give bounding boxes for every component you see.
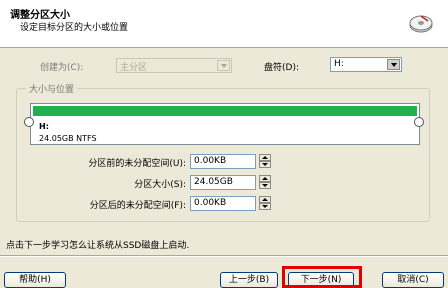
next-button-highlight (282, 266, 362, 288)
partition-size-label: 分区大小(S): (134, 180, 186, 190)
unallocated-before-stepper[interactable] (259, 154, 271, 169)
create-as-label: 创建为(C): (40, 63, 84, 73)
decrement-icon[interactable] (259, 161, 271, 168)
drive-letter-value: H: (334, 59, 344, 69)
cancel-button[interactable]: 取消(C) (382, 272, 444, 288)
partition-usage-bar (33, 106, 417, 116)
unallocated-after-label: 分区后的未分配空间(F): (89, 201, 186, 211)
footer-divider (0, 255, 448, 257)
disk-icon (409, 15, 433, 33)
partition-name: H: (39, 122, 49, 131)
partition-left-handle[interactable] (24, 117, 34, 127)
unallocated-before-value: 0.00KB (194, 156, 227, 166)
unallocated-before-label: 分区前的未分配空间(U): (88, 159, 186, 169)
size-position-label: 大小与位置 (26, 82, 78, 95)
unallocated-after-stepper[interactable] (259, 196, 271, 211)
page-title: 调整分区大小 (10, 10, 70, 21)
drive-letter-label: 盘符(D): (264, 63, 299, 73)
increment-icon[interactable] (259, 175, 271, 182)
back-button[interactable]: 上一步(B) (220, 272, 278, 288)
increment-icon[interactable] (259, 154, 271, 161)
decrement-icon[interactable] (259, 203, 271, 210)
ssd-boot-hint: 点击下一步学习怎么让系统从SSD磁盘上启动. (6, 241, 190, 251)
partition-info: 24.05GB NTFS (39, 134, 97, 143)
chevron-down-icon (217, 60, 230, 71)
create-as-value: 主分区 (120, 63, 148, 73)
chevron-down-icon[interactable] (387, 59, 400, 70)
partition-size-value: 24.05GB (194, 177, 233, 187)
partition-map[interactable]: H: 24.05GB NTFS (30, 103, 420, 145)
increment-icon[interactable] (259, 196, 271, 203)
unallocated-after-value: 0.00KB (194, 198, 227, 208)
create-as-select[interactable]: 主分区 (116, 58, 232, 73)
unallocated-after-input[interactable]: 0.00KB (190, 196, 256, 211)
wizard-header: 调整分区大小 设定目标分区的大小或位置 (0, 0, 448, 48)
unallocated-before-input[interactable]: 0.00KB (190, 154, 256, 169)
partition-right-handle[interactable] (414, 117, 424, 127)
page-subtitle: 设定目标分区的大小或位置 (20, 23, 129, 33)
partition-size-input[interactable]: 24.05GB (190, 175, 256, 190)
help-button[interactable]: 帮助(H) (4, 272, 66, 288)
partition-size-stepper[interactable] (259, 175, 271, 190)
decrement-icon[interactable] (259, 182, 271, 189)
drive-letter-select[interactable]: H: (330, 57, 402, 72)
